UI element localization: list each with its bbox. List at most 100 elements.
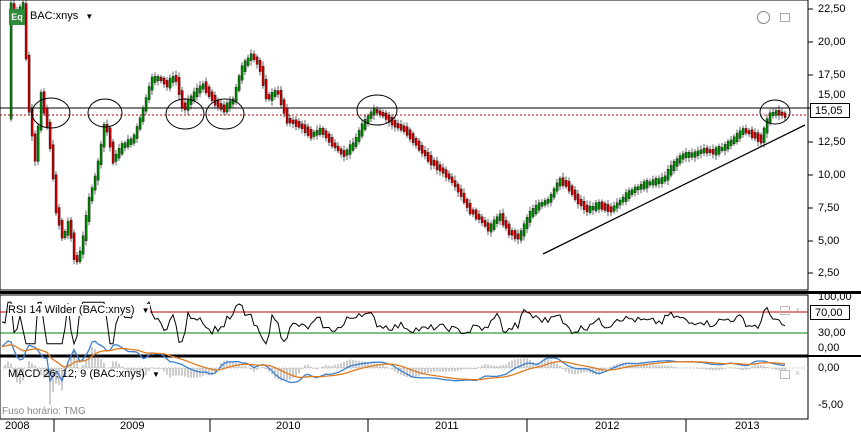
candle xyxy=(645,180,649,189)
candle xyxy=(627,190,631,199)
candle xyxy=(594,202,598,212)
candle xyxy=(603,203,607,211)
candle xyxy=(573,189,577,200)
candle xyxy=(444,169,448,178)
candle xyxy=(780,111,784,116)
candle xyxy=(417,140,421,151)
candle xyxy=(54,174,58,214)
symbol-label: BAC:xnys xyxy=(30,10,79,22)
candle xyxy=(258,60,262,72)
candle xyxy=(486,222,490,232)
candle xyxy=(630,189,634,195)
candle xyxy=(135,126,139,139)
candle xyxy=(510,230,514,236)
macd-axis-label: -5,00 xyxy=(818,399,844,411)
candle xyxy=(261,66,265,86)
candle xyxy=(342,150,346,157)
candle xyxy=(132,134,136,144)
candle xyxy=(156,76,160,82)
candle xyxy=(375,109,379,114)
candle xyxy=(531,208,535,217)
candle xyxy=(687,152,691,158)
candle xyxy=(492,219,496,230)
candle xyxy=(210,91,214,101)
candle xyxy=(243,60,247,72)
price-axis-label: 7,50 xyxy=(818,202,840,214)
candle xyxy=(774,110,778,116)
candle xyxy=(729,139,733,146)
candle xyxy=(246,57,250,66)
candle xyxy=(393,120,397,128)
rsi-close-icon[interactable] xyxy=(780,306,790,315)
candle xyxy=(549,194,553,203)
candle xyxy=(711,149,715,155)
macd-title[interactable]: MACD 26; 12; 9 (BAC:xnys) ▼ xyxy=(8,368,160,380)
candle xyxy=(720,147,724,151)
candle xyxy=(240,65,244,81)
price-axis-label: 17,50 xyxy=(818,69,846,81)
candle xyxy=(69,219,73,239)
candle xyxy=(159,76,163,82)
candle xyxy=(723,144,727,151)
candle xyxy=(615,202,619,209)
year-label: 2012 xyxy=(595,420,620,432)
candle xyxy=(51,144,55,180)
year-label: 2011 xyxy=(435,420,459,432)
rsi-title[interactable]: RSI 14 Wilder (BAC:xnys) ▼ xyxy=(8,304,150,316)
candle xyxy=(285,107,289,124)
candle xyxy=(249,53,253,61)
candle xyxy=(276,90,280,95)
candle xyxy=(45,107,49,128)
maximize-icon[interactable] xyxy=(780,13,790,22)
candle xyxy=(315,129,319,136)
macd-maximize-icon[interactable]: × xyxy=(795,369,800,378)
candle xyxy=(432,159,436,166)
candle xyxy=(768,112,772,124)
candle xyxy=(345,149,349,156)
candle xyxy=(747,130,751,135)
candle xyxy=(567,180,571,192)
candle xyxy=(753,132,757,139)
candle xyxy=(60,220,64,239)
candle xyxy=(690,152,694,158)
candle xyxy=(585,204,589,213)
candle xyxy=(552,188,556,198)
candle xyxy=(216,99,220,108)
candle xyxy=(264,78,268,100)
macd-close-icon[interactable] xyxy=(780,370,790,379)
candle xyxy=(438,164,442,172)
candle xyxy=(105,123,109,133)
candle xyxy=(225,102,229,113)
candle xyxy=(165,80,169,88)
clock-icon[interactable] xyxy=(757,11,770,24)
candle xyxy=(651,179,655,186)
candle xyxy=(96,160,100,181)
candle xyxy=(621,196,625,203)
rsi-maximize-icon[interactable]: × xyxy=(795,306,800,315)
candle xyxy=(420,145,424,154)
candle xyxy=(648,181,652,186)
candle xyxy=(222,104,226,113)
candle xyxy=(186,98,190,111)
candle xyxy=(543,200,547,206)
candle xyxy=(102,123,106,148)
candle xyxy=(318,127,322,135)
candle xyxy=(684,152,688,158)
candle xyxy=(147,86,151,100)
candle xyxy=(213,94,217,106)
candle xyxy=(63,231,67,238)
candle xyxy=(369,111,373,119)
candle xyxy=(756,132,760,142)
candle xyxy=(636,186,640,191)
candle xyxy=(306,126,310,136)
candle xyxy=(99,143,103,165)
candle xyxy=(237,75,241,91)
candle xyxy=(777,109,781,116)
candle xyxy=(447,173,451,180)
candle xyxy=(672,160,676,172)
candle xyxy=(72,232,76,260)
candle xyxy=(441,167,445,174)
candle xyxy=(642,181,646,190)
candle xyxy=(705,147,709,154)
symbol-selector[interactable]: BAC:xnys ▼ xyxy=(30,10,93,22)
